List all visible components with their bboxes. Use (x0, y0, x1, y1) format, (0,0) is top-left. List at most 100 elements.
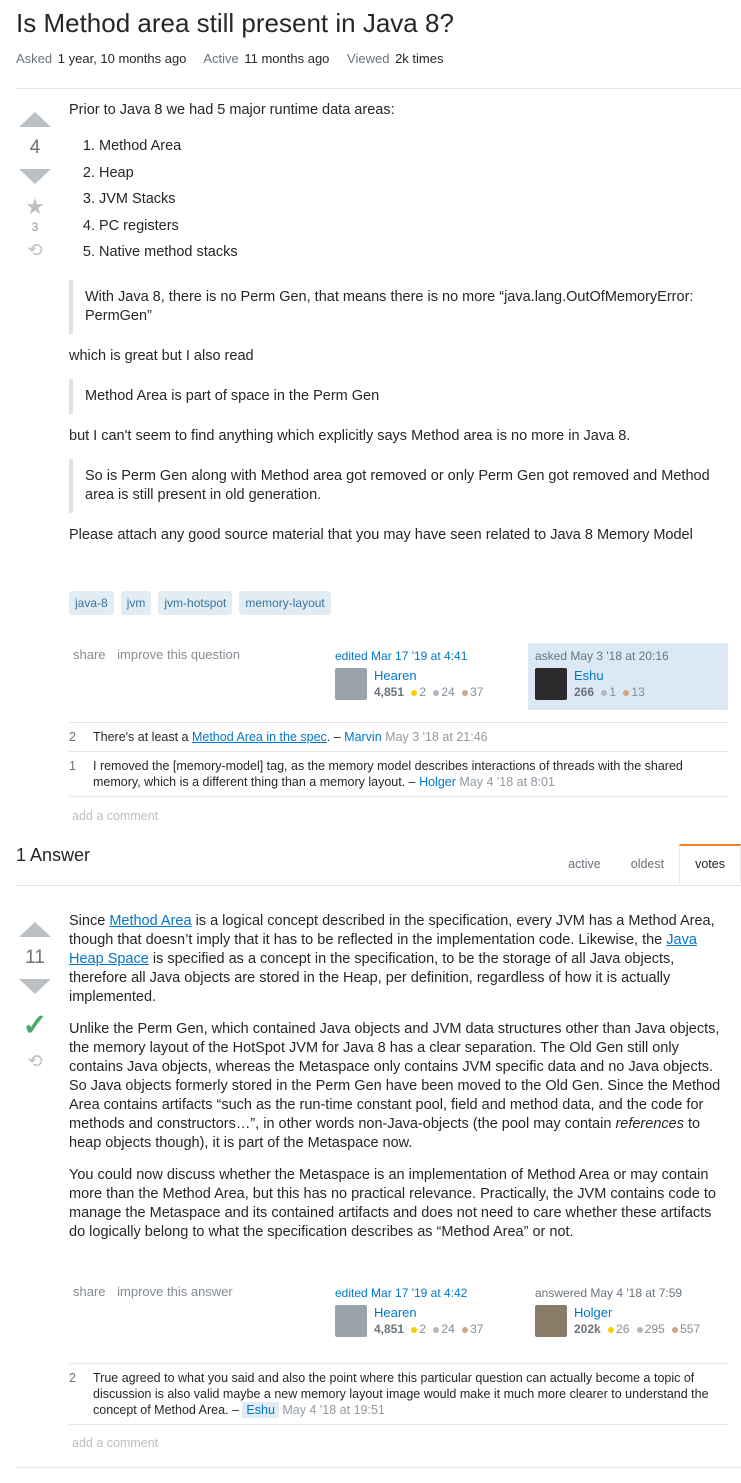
comment-link[interactable]: Method Area in the spec (192, 730, 327, 744)
share-link[interactable]: share (73, 647, 106, 662)
asked-label[interactable]: asked May 3 '18 at 20:16 (535, 649, 721, 663)
comment-date[interactable]: May 3 '18 at 21:46 (385, 730, 487, 744)
question-menu: share improve this question (73, 647, 248, 662)
downvote-icon[interactable] (19, 169, 51, 184)
tab-votes[interactable]: votes (679, 844, 741, 883)
edited-label[interactable]: edited Mar 17 '19 at 4:42 (335, 1286, 515, 1300)
divider (16, 88, 741, 89)
answer-paragraph: Since Method Area is a logical concept d… (69, 912, 729, 1007)
add-comment-link[interactable]: add a comment (72, 1436, 158, 1450)
gold-badge-count: 26 (616, 1322, 630, 1336)
tag-jvm[interactable]: jvm (120, 591, 152, 615)
answer-menu: share improve this answer (73, 1284, 241, 1299)
method-area-link[interactable]: Method Area (109, 913, 191, 929)
edited-signature: edited Mar 17 '19 at 4:41 Hearen 4,851 2… (335, 649, 515, 700)
tag-jvm-hotspot[interactable]: jvm-hotspot (158, 591, 233, 615)
edited-label[interactable]: edited Mar 17 '19 at 4:41 (335, 649, 515, 663)
asked-signature: asked May 3 '18 at 20:16 Eshu 266 1 13 (528, 643, 728, 710)
reputation: 266 (574, 685, 595, 699)
history-icon[interactable]: ⟲ (15, 1051, 55, 1072)
answer-vote-count: 11 (25, 947, 45, 968)
comment-date[interactable]: May 4 '18 at 8:01 (459, 775, 555, 789)
answered-signature: answered May 4 '18 at 7:59 Holger 202k 2… (535, 1286, 735, 1337)
tab-oldest[interactable]: oldest (616, 844, 679, 883)
question-paragraph: which is great but I also read (69, 347, 254, 364)
answer-vote-cell: 11 ✓ ⟲ (15, 922, 55, 1072)
comment-user[interactable]: Holger (419, 775, 456, 789)
question-paragraph: Prior to Java 8 we had 5 major runtime d… (69, 102, 395, 118)
comment-score: 2 (69, 1371, 76, 1385)
bronze-badge-count: 557 (680, 1322, 701, 1336)
add-comment-link[interactable]: add a comment (72, 809, 158, 823)
silver-badge-icon (433, 1326, 440, 1333)
reputation: 4,851 (374, 1322, 405, 1336)
comment: 2 There's at least a Method Area in the … (69, 722, 729, 751)
silver-badge-icon (433, 689, 440, 696)
comment-user[interactable]: Marvin (344, 730, 382, 744)
asked-value: 1 year, 10 months ago (57, 51, 187, 66)
question-comments: 2 There's at least a Method Area in the … (69, 722, 729, 797)
viewed-label: Viewed (347, 51, 390, 66)
list-item: JVM Stacks (99, 186, 729, 213)
avatar[interactable] (535, 668, 567, 700)
emphasis: references (615, 1116, 684, 1132)
active-value[interactable]: 11 months ago (244, 51, 329, 66)
comment-user[interactable]: Eshu (242, 1402, 279, 1418)
gold-badge-icon (411, 689, 418, 696)
improve-link[interactable]: improve this answer (117, 1284, 233, 1299)
blockquote: With Java 8, there is no Perm Gen, that … (69, 279, 729, 334)
comment-text: I removed the [memory-model] tag, as the… (93, 758, 729, 790)
comment-score: 1 (69, 759, 76, 773)
question-paragraph: but I can't seem to find anything which … (69, 427, 631, 444)
user-name[interactable]: Hearen (374, 668, 483, 683)
divider (16, 1467, 741, 1468)
tag-java-8[interactable]: java-8 (69, 591, 114, 615)
list-item: Native method stacks (99, 239, 729, 266)
improve-link[interactable]: improve this question (117, 647, 240, 662)
user-name[interactable]: Hearen (374, 1305, 483, 1320)
gold-badge-icon (608, 1326, 615, 1333)
upvote-icon[interactable] (19, 112, 51, 127)
edited-signature: edited Mar 17 '19 at 4:42 Hearen 4,851 2… (335, 1286, 515, 1337)
avatar[interactable] (535, 1305, 567, 1337)
upvote-icon[interactable] (19, 922, 51, 937)
silver-badge-count: 1 (609, 685, 617, 699)
history-icon[interactable]: ⟲ (15, 240, 55, 261)
comment-text-part: . – (326, 730, 345, 744)
avatar[interactable] (335, 668, 367, 700)
question-body: Prior to Java 8 we had 5 major runtime d… (69, 101, 729, 558)
list-item: Method Area (99, 133, 729, 160)
viewed-value: 2k times (395, 51, 444, 66)
share-link[interactable]: share (73, 1284, 106, 1299)
accepted-check-icon: ✓ (22, 1009, 48, 1042)
comment-date[interactable]: May 4 '18 at 19:51 (282, 1403, 384, 1417)
comment: 1 I removed the [memory-model] tag, as t… (69, 751, 729, 797)
answered-label[interactable]: answered May 4 '18 at 7:59 (535, 1286, 735, 1300)
question-title[interactable]: Is Method area still present in Java 8? (16, 8, 454, 39)
question-vote-count: 4 (29, 137, 41, 158)
comment-score: 2 (69, 730, 76, 744)
answers-count: 1 Answer (16, 845, 91, 865)
blockquote: Method Area is part of space in the Perm… (69, 378, 729, 414)
comment-text: True agreed to what you said and also th… (93, 1370, 729, 1418)
gold-badge-count: 2 (419, 1322, 427, 1336)
question-paragraph: Please attach any good source material t… (69, 526, 693, 543)
downvote-icon[interactable] (19, 979, 51, 994)
user-name[interactable]: Holger (574, 1305, 700, 1320)
comment-text-part: I removed the [memory-model] tag, as the… (93, 759, 683, 789)
comment-text-part: There's at least a (93, 730, 192, 744)
star-icon[interactable]: ★ (15, 194, 55, 220)
answer-paragraph: You could now discuss whether the Metasp… (69, 1167, 716, 1240)
silver-badge-count: 24 (441, 685, 455, 699)
tab-active[interactable]: active (553, 844, 616, 883)
divider (16, 885, 741, 886)
bronze-badge-count: 13 (631, 685, 645, 699)
reputation: 4,851 (374, 685, 405, 699)
user-name[interactable]: Eshu (574, 668, 645, 683)
list-item: Heap (99, 160, 729, 187)
avatar[interactable] (335, 1305, 367, 1337)
silver-badge-count: 295 (644, 1322, 665, 1336)
bronze-badge-icon (462, 689, 469, 696)
tag-memory-layout[interactable]: memory-layout (239, 591, 331, 615)
tag-list: java-8 jvm jvm-hotspot memory-layout (69, 591, 331, 615)
